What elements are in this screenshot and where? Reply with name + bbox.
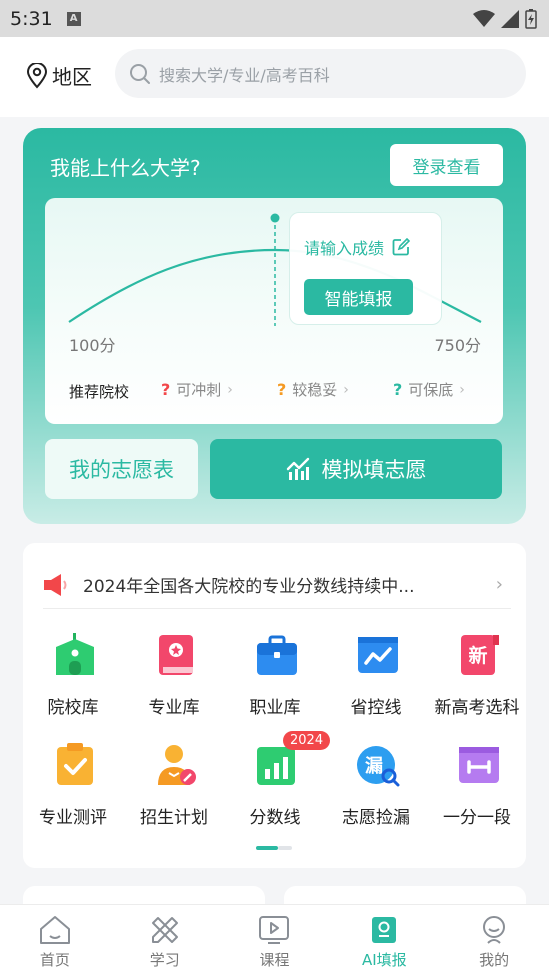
tool-label: 分数线: [249, 808, 301, 828]
login-view-button[interactable]: 登录查看: [390, 144, 503, 186]
major-book-icon: [154, 633, 194, 677]
enter-score-prompt[interactable]: 请输入成绩: [304, 235, 411, 259]
recommend-safe-label: 可保底: [408, 381, 454, 399]
page-indicator: [256, 846, 292, 850]
recommend-stable[interactable]: ? 较稳妥 ›: [277, 379, 349, 400]
nav-course[interactable]: 课程: [220, 905, 330, 976]
chevron-right-icon: ›: [343, 381, 349, 398]
tool-volunteer-pickup[interactable]: 漏 志愿捡漏: [326, 743, 426, 828]
status-icons: [473, 8, 537, 29]
tool-province-line[interactable]: 省控线: [326, 633, 426, 718]
notification-a-icon: A: [66, 11, 81, 26]
simulate-volunteer-button[interactable]: 模拟填志愿: [210, 439, 502, 499]
chevron-right-icon: ›: [459, 381, 465, 398]
location-pin-icon: [26, 62, 48, 88]
volunteer-search-icon: 漏: [356, 743, 400, 787]
region-selector[interactable]: 地区: [26, 61, 92, 90]
svg-text:新: 新: [468, 644, 487, 667]
hero-title: 我能上什么大学?: [50, 156, 201, 180]
score-bars-icon: 2024: [255, 731, 331, 787]
tool-score-segment[interactable]: 一分一段: [427, 743, 527, 828]
tool-label: 新高考选科: [434, 698, 520, 718]
region-label: 地区: [52, 65, 92, 89]
video-icon: [259, 916, 290, 944]
home-icon: [39, 916, 70, 944]
tool-label: 一分一段: [443, 808, 511, 828]
recommend-safe[interactable]: ? 可保底 ›: [393, 379, 465, 400]
wifi-icon: [473, 9, 495, 27]
question-icon: ?: [393, 380, 403, 399]
score-chart-panel: 请输入成绩 智能填报 100分 750分 推荐院校 ? 可冲刺 › ? 较稳妥 …: [45, 198, 503, 424]
enroll-plan-icon: [154, 743, 196, 787]
notice-bar[interactable]: 2024年全国各大院校的专业分数线持续中... ›: [43, 561, 511, 609]
tool-major-library[interactable]: 专业库: [124, 633, 224, 718]
nav-home[interactable]: 首页: [0, 905, 110, 976]
chevron-right-icon: ›: [495, 574, 503, 595]
recommend-label: 推荐院校: [69, 383, 130, 401]
tool-label: 招生计划: [140, 808, 208, 828]
tool-major-test[interactable]: 专业测评: [23, 743, 123, 828]
ai-fill-icon: [372, 917, 397, 943]
tools-card: 2024年全国各大院校的专业分数线持续中... › 院校库 专业库 职业库 省控…: [23, 543, 526, 868]
pencil-ruler-icon: [151, 917, 178, 943]
trend-line-icon: [356, 633, 398, 677]
profile-icon: [483, 916, 506, 944]
tool-label: 院校库: [47, 698, 99, 718]
tool-career-library[interactable]: 职业库: [225, 633, 325, 718]
test-clipboard-icon: [53, 743, 93, 787]
nav-study[interactable]: 学习: [110, 905, 220, 976]
year-badge: 2024: [283, 731, 331, 750]
tool-enroll-plan[interactable]: 招生计划: [124, 743, 224, 828]
nav-ai-fill[interactable]: AI填报: [329, 905, 439, 976]
edit-icon: [392, 238, 411, 256]
search-placeholder: 搜索大学/专业/高考百科: [159, 65, 330, 85]
bottom-nav: 首页 学习 课程 AI填报 我的: [0, 904, 549, 976]
score-segment-icon: [457, 743, 499, 787]
tool-school-library[interactable]: 院校库: [23, 633, 123, 718]
nav-mine[interactable]: 我的: [439, 905, 549, 976]
question-icon: ?: [277, 380, 287, 399]
school-icon: [53, 633, 94, 677]
recommend-stable-label: 较稳妥: [292, 381, 338, 399]
simulate-volunteer-label: 模拟填志愿: [321, 458, 427, 482]
chart-trend-icon: [286, 457, 309, 480]
score-min-label: 100分: [69, 336, 116, 355]
svg-text:漏: 漏: [365, 756, 383, 777]
recommend-rush-label: 可冲刺: [176, 381, 222, 399]
status-time: 5:31: [10, 7, 53, 30]
tool-label: 专业库: [148, 698, 200, 718]
tool-label: 志愿捡漏: [342, 808, 410, 828]
search-icon: [130, 63, 150, 84]
briefcase-icon: [255, 633, 297, 677]
signal-icon: [501, 9, 519, 28]
battery-icon: [525, 8, 537, 29]
smart-fill-button[interactable]: 智能填报: [304, 279, 413, 315]
tool-label: 专业测评: [39, 808, 107, 828]
search-input[interactable]: 搜索大学/专业/高考百科: [115, 49, 526, 98]
my-volunteer-table-button[interactable]: 我的志愿表: [45, 439, 198, 499]
enter-score-label: 请输入成绩: [304, 239, 385, 258]
new-gaokao-icon: 新: [457, 633, 499, 677]
tool-label: 职业库: [249, 698, 301, 718]
tool-label: 省控线: [350, 698, 402, 718]
university-predict-card: 我能上什么大学? 登录查看 请输入成绩 智能填报 100分 750分 推荐院校 …: [23, 128, 526, 524]
nav-label: 课程: [259, 951, 290, 969]
notice-text: 2024年全国各大院校的专业分数线持续中...: [83, 577, 415, 597]
score-input-popup[interactable]: 请输入成绩 智能填报: [289, 212, 442, 325]
nav-label: AI填报: [361, 951, 407, 969]
tool-score-line[interactable]: 2024 分数线: [225, 731, 331, 828]
speaker-icon: [44, 573, 67, 596]
status-bar: 5:31 A: [0, 0, 549, 37]
page-dot: [278, 846, 292, 850]
top-header: 地区 搜索大学/专业/高考百科: [0, 37, 549, 117]
question-icon: ?: [161, 380, 171, 399]
nav-label: 学习: [149, 951, 180, 969]
nav-label: 我的: [479, 951, 510, 969]
recommend-rush[interactable]: ? 可冲刺 ›: [161, 379, 233, 400]
nav-label: 首页: [39, 951, 70, 969]
tool-new-gaokao[interactable]: 新 新高考选科: [427, 633, 527, 718]
score-max-label: 750分: [434, 336, 481, 355]
page-dot-active: [256, 846, 278, 850]
chevron-right-icon: ›: [227, 381, 233, 398]
